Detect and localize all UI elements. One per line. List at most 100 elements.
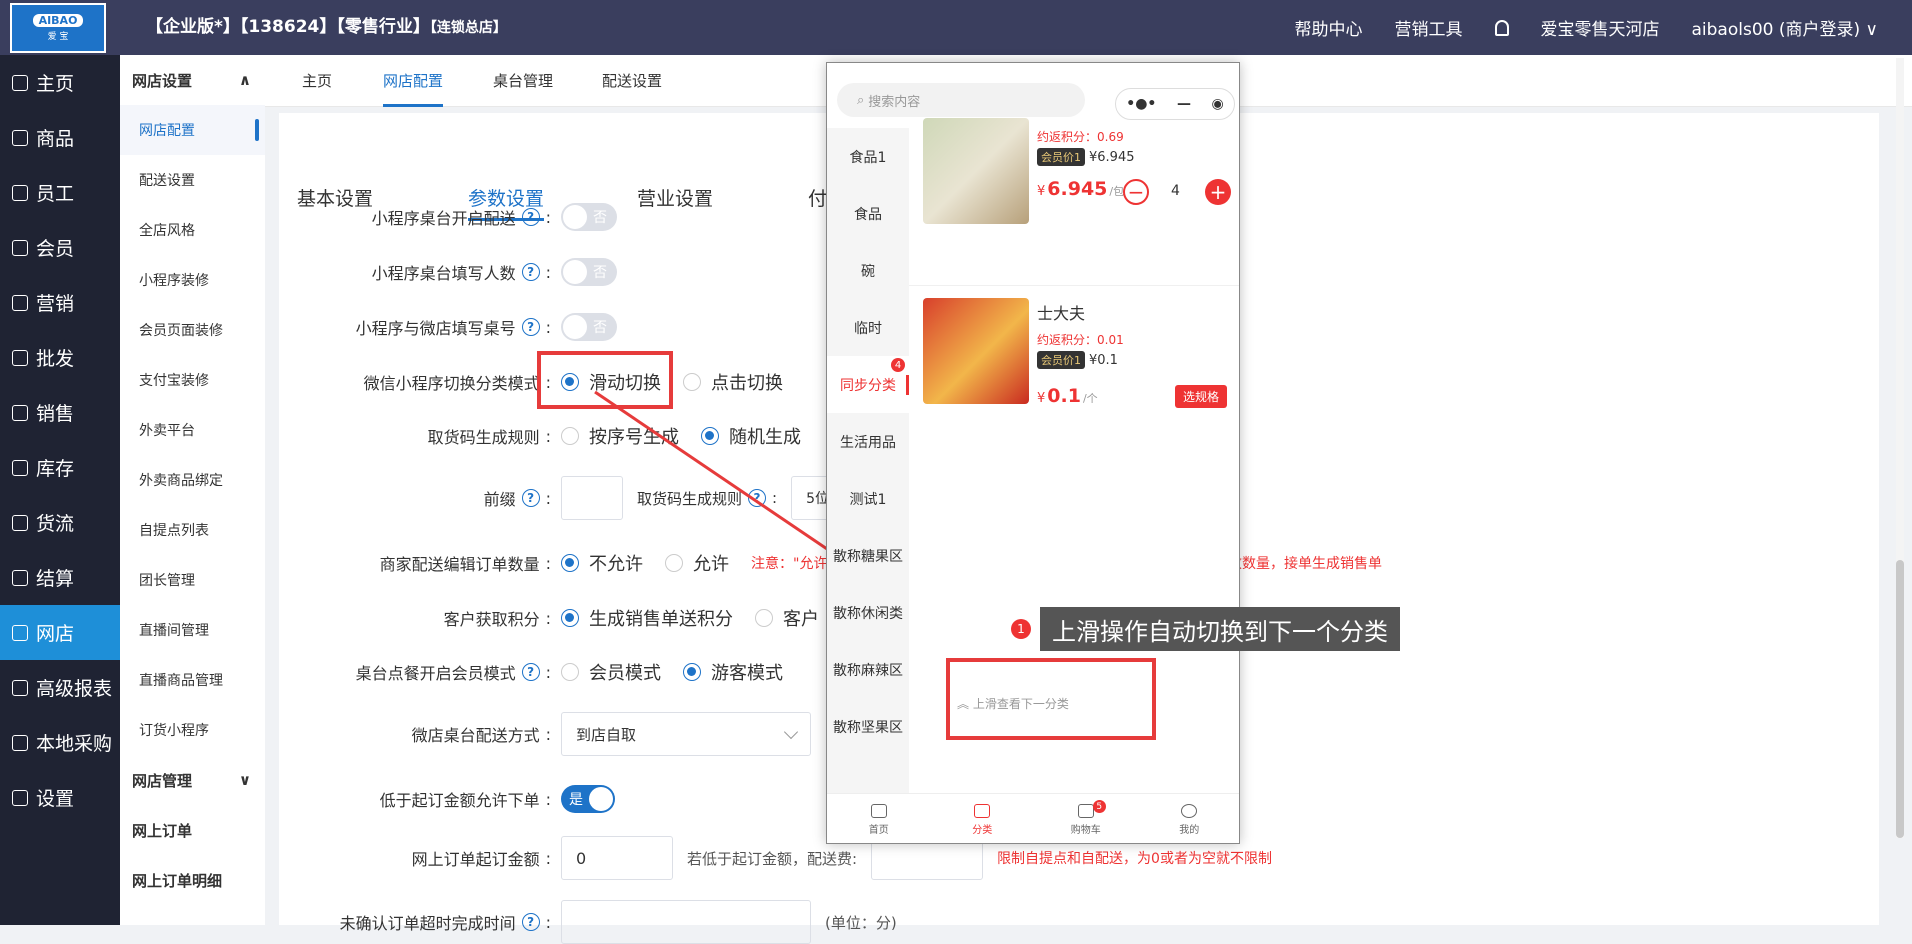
product-card[interactable]: 士大夫 约返积分：0.01 会员价1 ¥0.1 ¥0.1/个 选规格	[909, 286, 1239, 426]
submenu-item[interactable]: 网店配置	[120, 105, 265, 155]
category-item[interactable]: 散称坚果区	[827, 698, 909, 755]
sidebar-item-settings[interactable]: 设置	[0, 770, 120, 825]
colon: :	[545, 262, 551, 282]
highlight-box-slide	[537, 351, 673, 409]
group-label: 网店设置	[132, 71, 193, 90]
help-icon[interactable]: ?	[521, 208, 540, 226]
sidebar-label: 员工	[36, 183, 75, 205]
category-item[interactable]: 散称糖果区	[827, 527, 909, 584]
label-text: 桌台点餐开启会员模式	[355, 664, 516, 683]
sidebar-item-sales[interactable]: 销售	[0, 385, 120, 440]
submenu-item[interactable]: 支付宝装修	[120, 355, 265, 405]
prefix-input[interactable]	[561, 476, 623, 520]
category-item[interactable]: 食品	[827, 185, 909, 242]
sidebar-item-stock[interactable]: 库存	[0, 440, 120, 495]
choose-spec-button[interactable]: 选规格	[1175, 385, 1228, 408]
sidebar-item-marketing[interactable]: 营销	[0, 275, 120, 330]
submenu-item[interactable]: 直播商品管理	[120, 655, 265, 705]
minimize-icon[interactable]: —	[1177, 96, 1191, 112]
sidebar-item-purchase[interactable]: 本地采购	[0, 715, 120, 770]
submenu-item[interactable]: 会员页面装修	[120, 305, 265, 355]
submenu-item[interactable]: 外卖平台	[120, 405, 265, 455]
increase-button[interactable]: +	[1205, 179, 1231, 205]
control: 按序号生成 随机生成	[561, 423, 801, 449]
sidebar-item-flow[interactable]: 货流	[0, 495, 120, 550]
help-icon[interactable]: ?	[521, 263, 540, 281]
radio-sales-points[interactable]: 生成销售单送积分	[561, 605, 733, 631]
radio-member-mode[interactable]: 会员模式	[561, 659, 661, 685]
help-icon[interactable]: ?	[748, 489, 767, 507]
submenu-group-shop-settings[interactable]: 网店设置 ∧	[120, 55, 265, 105]
radio-allow[interactable]: 允许	[665, 550, 729, 576]
radio-dot	[701, 427, 719, 445]
control: 否	[561, 203, 617, 231]
tabbar-mine[interactable]: 我的	[1159, 794, 1219, 843]
submenu-group-shop-manage[interactable]: 网店管理 ∨	[120, 755, 265, 805]
sidebar-item-home[interactable]: 主页	[0, 55, 120, 110]
delivery-toggle[interactable]: 否	[561, 203, 617, 231]
aibao-logo[interactable]: AIBAO 爱 宝	[10, 3, 106, 53]
search-placeholder: 搜索内容	[868, 94, 921, 110]
sidebar-item-shop[interactable]: 网店	[0, 605, 120, 660]
help-icon[interactable]: ?	[521, 913, 540, 931]
close-icon[interactable]: ◉	[1211, 96, 1223, 112]
submenu-item[interactable]: 配送设置	[120, 155, 265, 205]
help-icon[interactable]: ?	[521, 318, 540, 336]
sidebar-item-wholesale[interactable]: 批发	[0, 330, 120, 385]
submenu-item[interactable]: 外卖商品绑定	[120, 455, 265, 505]
table-no-toggle[interactable]: 否	[561, 313, 617, 341]
sidebar-item-staff[interactable]: 员工	[0, 165, 120, 220]
sidebar-item-report[interactable]: 高级报表	[0, 660, 120, 715]
sidebar-item-settle[interactable]: 结算	[0, 550, 120, 605]
flow-icon	[12, 514, 28, 531]
submenu-item[interactable]: 小程序装修	[120, 255, 265, 305]
timeout-input[interactable]	[561, 900, 811, 944]
category-item[interactable]: 生活用品	[827, 413, 909, 470]
submenu-item[interactable]: 全店风格	[120, 205, 265, 255]
toggle-text: 否	[593, 320, 607, 336]
goods-icon	[12, 129, 28, 146]
field-label: 前缀?:	[484, 486, 551, 510]
sidebar-item-member[interactable]: 会员	[0, 220, 120, 275]
delivery-method-select[interactable]: 到店自取	[561, 712, 811, 756]
category-item[interactable]: 散称休闲类	[827, 584, 909, 641]
sidebar-item-goods[interactable]: 商品	[0, 110, 120, 165]
product-card[interactable]: 约返积分：0.69 会员价1 ¥6.945 ¥6.945/包 − 4 +	[909, 118, 1239, 286]
submenu-item-order-details[interactable]: 网上订单明细	[120, 855, 265, 905]
help-icon[interactable]: ?	[521, 663, 540, 681]
toggle-knob	[563, 205, 587, 229]
field-label: 桌台点餐开启会员模式?:	[356, 660, 551, 684]
tabbar-cart[interactable]: 5 购物车	[1056, 794, 1116, 843]
more-icon[interactable]: •●•	[1126, 96, 1156, 112]
submenu-item-online-orders[interactable]: 网上订单	[120, 805, 265, 855]
radio-customer-points[interactable]: 客户	[755, 605, 819, 631]
decrease-button[interactable]: −	[1123, 179, 1149, 205]
people-toggle[interactable]: 否	[561, 258, 617, 286]
radio-random[interactable]: 随机生成	[701, 423, 801, 449]
radio-guest-mode[interactable]: 游客模式	[683, 659, 783, 685]
radio-label: 点击切换	[711, 373, 783, 394]
tabbar-label: 我的	[1179, 824, 1200, 836]
radio-sequence[interactable]: 按序号生成	[561, 423, 679, 449]
chevron-down-icon: ∨	[238, 771, 251, 789]
category-item[interactable]: 临时	[827, 299, 909, 356]
radio-click[interactable]: 点击切换	[683, 369, 783, 395]
category-item-active[interactable]: 同步分类 4	[827, 356, 909, 413]
submenu-item[interactable]: 自提点列表	[120, 505, 265, 555]
category-item[interactable]: 碗	[827, 242, 909, 299]
radio-disallow[interactable]: 不允许	[561, 550, 643, 576]
phone-search-input[interactable]: ⌕ 搜索内容	[837, 83, 1085, 117]
category-item[interactable]: 食品1	[827, 128, 909, 185]
category-item[interactable]: 测试1	[827, 470, 909, 527]
scrollbar-thumb[interactable]	[1896, 560, 1904, 838]
submenu-item[interactable]: 团长管理	[120, 555, 265, 605]
submenu-item[interactable]: 直播间管理	[120, 605, 265, 655]
tabbar-category[interactable]: 分类	[952, 794, 1012, 843]
help-icon[interactable]: ?	[521, 489, 540, 507]
sidebar-label: 会员	[36, 238, 75, 260]
category-item[interactable]: 散称麻辣区	[827, 641, 909, 698]
tabbar-home[interactable]: 首页	[849, 794, 909, 843]
min-order-toggle[interactable]: 是	[561, 785, 615, 813]
submenu-item[interactable]: 订货小程序	[120, 705, 265, 755]
min-order-input[interactable]: 0	[561, 836, 673, 880]
